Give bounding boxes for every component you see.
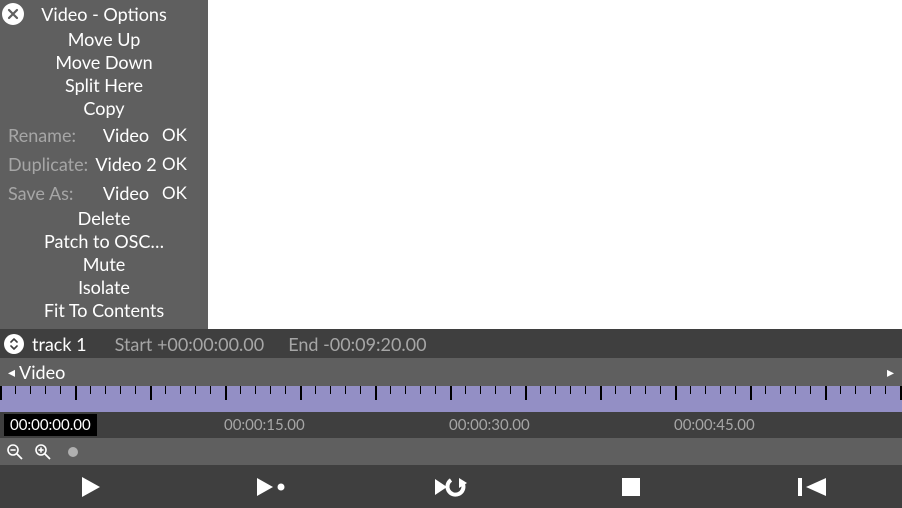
option-move-up[interactable]: Move Up <box>0 28 208 51</box>
saveas-ok-button[interactable]: OK <box>162 182 190 203</box>
duplicate-input[interactable]: Video 2 <box>92 153 160 175</box>
saveas-label: Save As: <box>8 182 92 204</box>
track-strip: track 1 Start +00:00:00.00 End -00:09:20… <box>0 329 902 358</box>
option-patch-osc[interactable]: Patch to OSC… <box>0 230 208 253</box>
stop-button[interactable] <box>611 472 651 502</box>
layer-name[interactable]: Video <box>19 361 887 383</box>
transport-bar <box>0 465 902 508</box>
option-delete[interactable]: Delete <box>0 207 208 230</box>
options-header: Video - Options <box>0 0 208 28</box>
option-copy[interactable]: Copy <box>0 97 208 120</box>
close-icon[interactable] <box>2 3 24 25</box>
zoom-strip <box>0 438 902 465</box>
zoom-slider-thumb[interactable] <box>68 447 78 457</box>
time-label: 00:00:15.00 <box>224 416 305 434</box>
options-title: Video - Options <box>24 3 208 25</box>
option-saveas-row: Save As: Video OK <box>0 178 208 207</box>
option-mute[interactable]: Mute <box>0 253 208 276</box>
rename-ok-button[interactable]: OK <box>162 124 190 145</box>
timeline-ruler[interactable] <box>0 386 902 412</box>
zoom-out-icon[interactable] <box>6 443 24 461</box>
option-isolate[interactable]: Isolate <box>0 276 208 299</box>
option-rename-row: Rename: Video OK <box>0 120 208 149</box>
track-end[interactable]: End -00:09:20.00 <box>288 333 426 355</box>
time-label: 00:00:30.00 <box>449 416 530 434</box>
rewind-button[interactable] <box>792 472 832 502</box>
rename-label: Rename: <box>8 124 92 146</box>
time-label: 00:00:45.00 <box>674 416 755 434</box>
layer-left-icon[interactable]: ◂ <box>8 363 15 381</box>
saveas-input[interactable]: Video <box>92 182 160 204</box>
track-name[interactable]: track 1 <box>32 333 87 355</box>
option-fit-contents[interactable]: Fit To Contents <box>0 299 208 322</box>
duplicate-ok-button[interactable]: OK <box>162 153 190 174</box>
rename-input[interactable]: Video <box>92 124 160 146</box>
option-duplicate-row: Duplicate: Video 2 OK <box>0 149 208 178</box>
options-panel: Video - Options Move Up Move Down Split … <box>0 0 208 329</box>
play-button[interactable] <box>70 472 110 502</box>
option-split-here[interactable]: Split Here <box>0 74 208 97</box>
track-start[interactable]: Start +00:00:00.00 <box>115 333 265 355</box>
play-selection-button[interactable] <box>251 472 291 502</box>
loop-button[interactable] <box>431 472 471 502</box>
time-labels-strip: 00:00:00.00 00:00:15.00 00:00:30.00 00:0… <box>0 412 902 438</box>
option-move-down[interactable]: Move Down <box>0 51 208 74</box>
layer-strip: ◂ Video ▸ <box>0 358 902 386</box>
layer-right-icon[interactable]: ▸ <box>887 363 894 381</box>
playhead-time[interactable]: 00:00:00.00 <box>4 414 97 436</box>
zoom-in-icon[interactable] <box>34 443 52 461</box>
track-sort-icon[interactable] <box>4 334 24 354</box>
duplicate-label: Duplicate: <box>8 153 92 175</box>
